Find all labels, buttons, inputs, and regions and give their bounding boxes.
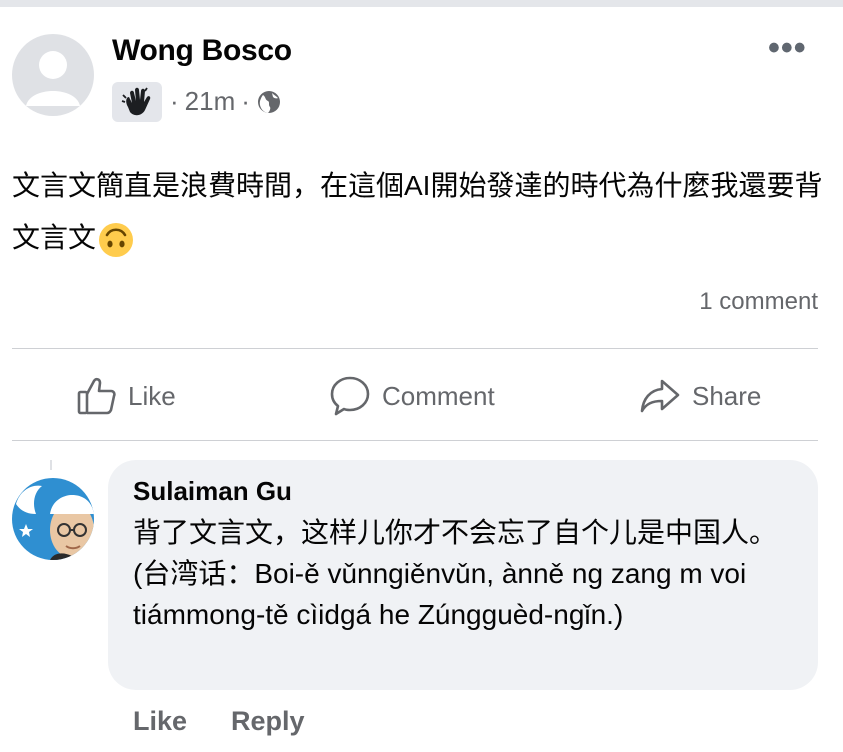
thread-marker bbox=[50, 460, 52, 470]
meta-separator: · bbox=[170, 86, 179, 116]
waving-hand-icon bbox=[121, 87, 151, 116]
upside-down-face-icon bbox=[99, 222, 134, 257]
author-avatar[interactable] bbox=[12, 34, 94, 116]
comment-count[interactable]: 1 comment bbox=[699, 288, 818, 316]
post-meta: · 21m · bbox=[170, 86, 282, 117]
share-button[interactable]: Share bbox=[638, 368, 761, 424]
thumbs-up-icon bbox=[77, 377, 116, 415]
post-time[interactable]: 21m bbox=[185, 86, 236, 117]
comment-label: Comment bbox=[382, 380, 495, 411]
divider bbox=[12, 440, 818, 441]
divider bbox=[12, 348, 818, 349]
badge[interactable] bbox=[112, 82, 162, 122]
comment-bubble-icon bbox=[330, 376, 370, 416]
profile-photo-icon bbox=[12, 478, 94, 560]
comment-text: 背了文言文，这样儿你才不会忘了自个儿是中国人。(台湾话：Boi-ě vǔnngi… bbox=[133, 517, 778, 630]
share-label: Share bbox=[692, 380, 762, 411]
globe-icon[interactable] bbox=[256, 89, 282, 115]
like-button[interactable]: Like bbox=[76, 368, 176, 424]
more-options-button[interactable]: ••• bbox=[768, 31, 807, 65]
comment-author-name[interactable]: Sulaiman Gu bbox=[133, 476, 292, 507]
post-text: 文言文簡直是浪費時間，在這個AI開始發達的時代為什麼我還要背文言文 bbox=[12, 160, 827, 264]
default-avatar-icon bbox=[26, 51, 80, 106]
meta-separator: · bbox=[241, 86, 250, 116]
post-author-name[interactable]: Wong Bosco bbox=[112, 34, 292, 68]
comment-reply-button[interactable]: Reply bbox=[231, 706, 305, 737]
commenter-avatar[interactable] bbox=[12, 478, 94, 560]
comment-like-button[interactable]: Like bbox=[133, 706, 187, 737]
top-bar bbox=[0, 0, 843, 7]
like-label: Like bbox=[128, 380, 176, 411]
comment-button[interactable]: Comment bbox=[328, 368, 495, 424]
share-arrow-icon bbox=[640, 379, 680, 413]
